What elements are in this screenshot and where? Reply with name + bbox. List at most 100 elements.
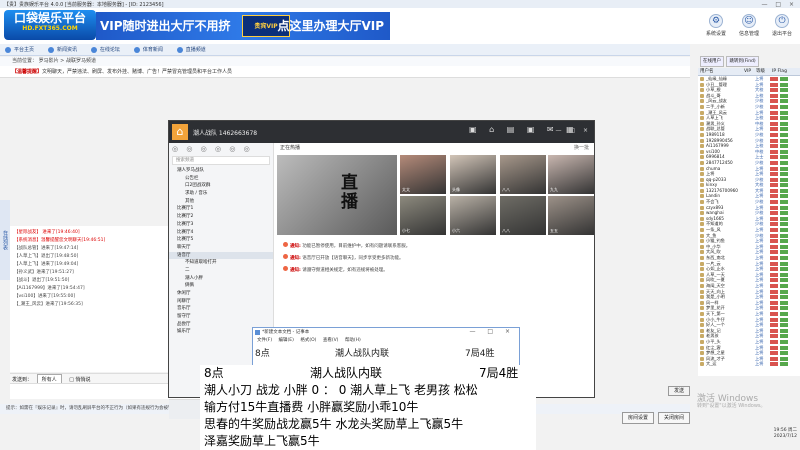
channel-item[interactable]: 俩俩 [169, 282, 273, 290]
channel-item[interactable]: 公告栏 [169, 175, 273, 183]
flag-icon [770, 283, 778, 288]
stream-thumbnail[interactable]: 八八 [500, 196, 546, 235]
channel-item[interactable]: 不知道取啥打开 [169, 259, 273, 267]
tab-online-users[interactable]: 在线用户 [700, 56, 724, 67]
nav-news[interactable]: 新闻资讯 [47, 45, 81, 55]
close-room-button[interactable]: 关闭房间 [658, 412, 690, 424]
status-icon [780, 300, 788, 305]
flag-icon [770, 267, 778, 272]
info-manage-button[interactable]: ☺ 信息管理 [733, 12, 765, 42]
notepad-text-line[interactable]: 8点 潮人战队内联 7局4胜 [255, 348, 517, 361]
notepad-menu: 文件(F) 编辑(E) 格式(O) 查看(V) 帮助(H) [253, 337, 519, 345]
status-icon [780, 267, 788, 272]
flag-icon [770, 295, 778, 300]
breadcrumb: 当前位置： 罗马影片 > 战联罗马频道 [0, 57, 690, 66]
app-logo: 口袋娱乐平台 HD.FXT365.COM [4, 10, 96, 40]
stream-thumbnail[interactable]: 小七 [400, 196, 446, 235]
channel-item[interactable]: 留守厅 [169, 313, 273, 321]
avatar-icon [700, 104, 704, 109]
flag-icon [770, 194, 778, 199]
chat-line: 【vsi100】进来了[19:55:00] [14, 294, 76, 299]
status-icon [780, 166, 788, 171]
channel-item[interactable]: 潮人小胖 [169, 275, 273, 283]
home-icon[interactable]: ⌂ [172, 124, 188, 140]
stream-thumbnail[interactable]: 八八 [500, 155, 546, 194]
avatar-icon [700, 317, 704, 322]
status-icon [780, 323, 788, 328]
sidebar-tool-icons[interactable]: ◎ ◎ ◎ ◎ ◎ ◎ [172, 145, 270, 155]
chat-line: 【孙义武】进来了[19:51:27] [14, 270, 74, 275]
nav-forum[interactable]: 在线论坛 [90, 45, 124, 55]
status-icon [780, 233, 788, 238]
flag-icon [770, 200, 778, 205]
avatar-icon [700, 222, 704, 227]
avatar-icon [700, 194, 704, 199]
channel-search-input[interactable]: 搜索频道 [172, 156, 270, 165]
exit-platform-button[interactable]: ⏻ 退出平台 [766, 12, 798, 42]
announcement-line: 思春的牛奖励战龙赢5牛 水龙头奖励草上飞赢5牛 [204, 417, 464, 431]
stream-thumbnail-label: 八八 [502, 228, 510, 233]
channel-item[interactable]: 求助 / 音乐 [169, 190, 273, 198]
online-user-list[interactable]: _仙缘_仙缘 上将 小丑__管理 上将 小草_根 大校 战斗_哥 上校 _风云_战友 少校 二手_小… [698, 76, 800, 376]
channel-item[interactable]: 闲聊厅 [169, 298, 273, 306]
vip-advert-banner[interactable]: VIP随时进出大厅不用挤 贵宾VIP 点这里办理大厅VIP [96, 12, 390, 40]
menu-edit[interactable]: 编辑(E) [279, 338, 294, 343]
stream-thumbnail[interactable]: 九九 [548, 155, 594, 194]
channel-list[interactable]: 潮人罗马战队 公告栏 口2团战双群 求助 / 音乐 其他 比赛厅1 比赛厅2 比赛厅3 比赛厅4… [169, 167, 273, 336]
menu-help[interactable]: 帮助(H) [345, 338, 361, 343]
channel-window-controls[interactable]: — □ × [555, 127, 591, 134]
channel-item[interactable]: 其他 [169, 198, 273, 206]
channel-item[interactable]: 比赛厅1 [169, 205, 273, 213]
system-settings-button[interactable]: ⚙ 系统设置 [700, 12, 732, 42]
flag-icon [770, 345, 778, 350]
room-settings-button[interactable]: 房间设置 [622, 412, 654, 424]
featured-stream-thumbnail[interactable]: 直播 [277, 155, 397, 235]
send-button[interactable]: 发送 [668, 386, 690, 396]
menu-format[interactable]: 格式(O) [300, 338, 316, 343]
avatar-icon [700, 306, 704, 311]
stream-thumbnail-label: 九九 [550, 187, 558, 192]
menu-view[interactable]: 查看(V) [323, 338, 339, 343]
user-rank: 上将 [755, 361, 764, 367]
flag-icon [770, 323, 778, 328]
status-icon [780, 289, 788, 294]
system-clock: 19:56 周二 2023/7/12 [774, 428, 797, 440]
user-row[interactable]: 大_运 上将 [698, 361, 800, 367]
flag-icon [770, 155, 778, 160]
refresh-hot-button[interactable]: 换一批 [574, 143, 589, 153]
channel-item[interactable]: 比赛厅3 [169, 221, 273, 229]
flag-icon [770, 116, 778, 121]
stream-thumbnail[interactable]: 五五 [548, 196, 594, 235]
user-name: 大_运 [706, 361, 717, 367]
channel-item[interactable]: 二 [169, 267, 273, 275]
flag-icon [770, 99, 778, 104]
status-icon [780, 99, 788, 104]
channel-item[interactable]: 聊天厅 [169, 244, 273, 252]
nav-live[interactable]: 直播频道 [176, 45, 210, 55]
nav-home[interactable]: 平台主页 [4, 45, 38, 55]
channel-item[interactable]: 口2团战双群 [169, 182, 273, 190]
channel-item[interactable]: 语音厅 [169, 251, 273, 260]
avatar-icon [700, 356, 704, 361]
notepad-controls[interactable]: — □ × [469, 328, 515, 335]
avatar-icon [700, 334, 704, 339]
window-controls[interactable]: — □ × [761, 1, 797, 8]
menu-file[interactable]: 文件(F) [257, 338, 272, 343]
stream-thumbnail[interactable]: 小六 [450, 196, 496, 235]
channel-item[interactable]: 比赛厅5 [169, 236, 273, 244]
avatar-icon [700, 116, 704, 121]
stream-thumbnail[interactable]: 太太 [400, 155, 446, 194]
stream-thumbnail[interactable]: 头像 [450, 155, 496, 194]
clock-date: 2023/7/12 [773, 434, 797, 439]
channel-item[interactable]: 比赛厅2 [169, 213, 273, 221]
nav-sports[interactable]: 体育新闻 [133, 45, 167, 55]
channel-item[interactable]: 休闲厅 [169, 290, 273, 298]
flag-icon [770, 132, 778, 137]
channel-item[interactable]: 音乐厅 [169, 305, 273, 313]
tab-find[interactable]: 跳转到(Find) [726, 56, 759, 67]
chat-line: 【Ai1167999】进来了[19:54:47] [14, 286, 85, 291]
left-rail-toggle[interactable]: 在线列表 [0, 200, 10, 280]
channel-item[interactable]: 潮人罗马战队 [169, 167, 273, 175]
channel-item[interactable]: 比赛厅4 [169, 229, 273, 237]
status-icon [780, 311, 788, 316]
